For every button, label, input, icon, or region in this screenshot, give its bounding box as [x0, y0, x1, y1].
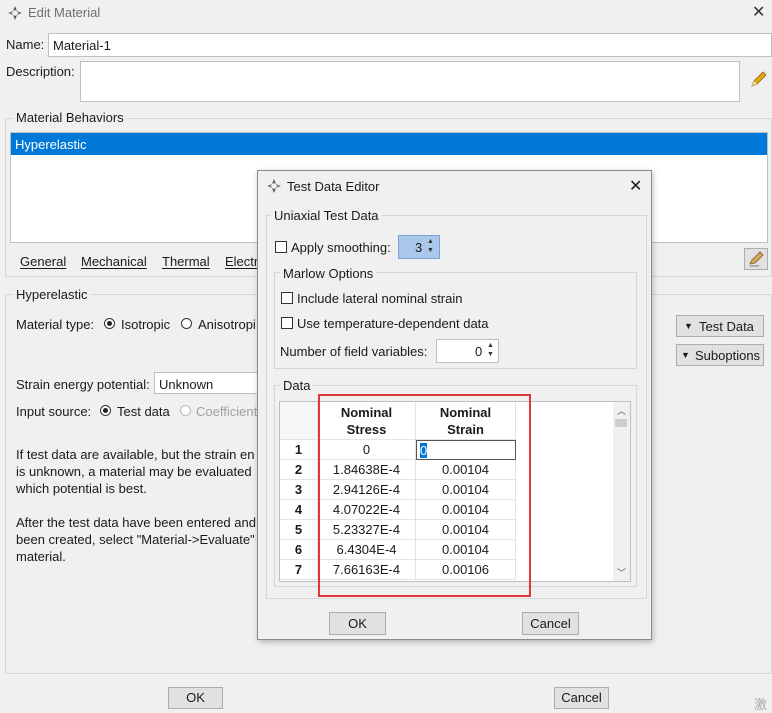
num-field-spinner[interactable]: 0 ▲ ▼ [436, 339, 499, 363]
table-row-number: 7 [280, 560, 318, 580]
menu-electrical[interactable]: Electr [225, 254, 258, 269]
abaqus-logo-icon [267, 179, 281, 193]
scroll-down-icon[interactable]: ﹀ [617, 566, 626, 579]
info-line: been created, select "Material->Evaluate… [16, 532, 255, 547]
include-lateral-label[interactable]: Include lateral nominal strain [297, 291, 462, 306]
description-field[interactable] [80, 61, 740, 102]
watermark: 激 [754, 697, 768, 712]
close-icon[interactable]: ✕ [752, 2, 765, 22]
coefficients-label[interactable]: Coefficient [196, 404, 257, 419]
uniaxial-title: Uniaxial Test Data [271, 208, 382, 223]
strain-energy-label: Strain energy potential: [16, 377, 150, 392]
spinner-arrows-icon[interactable]: ▲ ▼ [487, 341, 494, 359]
marlow-title: Marlow Options [280, 266, 377, 281]
isotropic-radio[interactable] [104, 318, 115, 329]
strain-energy-value: Unknown [159, 377, 214, 392]
table-row-number: 6 [280, 540, 318, 560]
material-behaviors-title: Material Behaviors [13, 110, 127, 125]
behavior-item-hyperelastic[interactable]: Hyperelastic [11, 133, 767, 155]
test-data-button-label: Test Data [699, 319, 754, 334]
smoothing-spinner[interactable]: 3 ▲ ▼ [398, 235, 440, 259]
table-scrollbar[interactable]: ︿ ﹀ [613, 402, 630, 581]
table-row-number: 1 [280, 440, 318, 460]
suboptions-button[interactable]: ▼ Suboptions [676, 344, 764, 366]
scroll-thumb[interactable] [615, 419, 627, 427]
info-line: which potential is best. [16, 481, 147, 496]
material-type-label: Material type: [16, 317, 95, 332]
test-data-label[interactable]: Test data [117, 404, 170, 419]
name-value: Material-1 [53, 38, 111, 53]
name-field[interactable]: Material-1 [48, 33, 772, 57]
info-line: If test data are available, but the stra… [16, 447, 255, 462]
test-data-radio[interactable] [100, 405, 111, 416]
cancel-button[interactable]: Cancel [554, 687, 609, 709]
menu-general[interactable]: General [20, 254, 66, 269]
abaqus-logo-icon [8, 6, 22, 20]
anisotropic-label[interactable]: Anisotropi [198, 317, 256, 332]
info-line: is unknown, a material may be evaluated [16, 464, 252, 479]
data-title: Data [280, 378, 314, 393]
test-data-editor-dialog: Test Data Editor ✕ Uniaxial Test Data Ap… [257, 170, 652, 640]
pencil-icon[interactable] [748, 70, 768, 90]
dialog-cancel-button[interactable]: Cancel [522, 612, 579, 635]
info-paragraph-1: If test data are available, but the stra… [16, 446, 254, 497]
num-field-value: 0 [475, 344, 483, 359]
behavior-item-label: Hyperelastic [15, 137, 87, 152]
num-field-label: Number of field variables: [280, 344, 428, 359]
table-row-number: 2 [280, 460, 318, 480]
dialog-ok-button[interactable]: OK [329, 612, 386, 635]
window-title-bar [0, 0, 772, 26]
triangle-down-icon: ▼ [684, 321, 693, 331]
highlight-rectangle [318, 394, 531, 597]
triangle-down-icon: ▼ [681, 350, 690, 360]
info-line: material. [16, 549, 66, 564]
menu-mechanical[interactable]: Mechanical [81, 254, 147, 269]
window-title: Edit Material [28, 5, 101, 20]
test-data-button[interactable]: ▼ Test Data [676, 315, 764, 337]
dialog-close-icon[interactable]: ✕ [629, 176, 642, 196]
scroll-up-icon[interactable]: ︿ [617, 404, 626, 417]
table-row-number: 4 [280, 500, 318, 520]
table-corner [280, 402, 318, 440]
smoothing-value: 3 [415, 240, 423, 255]
hyperelastic-title: Hyperelastic [13, 287, 91, 302]
dialog-title: Test Data Editor [287, 179, 380, 194]
table-row-number: 5 [280, 520, 318, 540]
menu-thermal[interactable]: Thermal [162, 254, 210, 269]
apply-smoothing-checkbox[interactable] [275, 241, 287, 253]
name-label: Name: [6, 37, 45, 52]
coefficients-radio[interactable] [180, 405, 191, 416]
anisotropic-radio[interactable] [181, 318, 192, 329]
eraser-icon [749, 251, 764, 267]
info-line: After the test data have been entered an… [16, 515, 256, 530]
description-label: Description: [6, 64, 75, 79]
delete-behavior-button[interactable] [744, 248, 768, 270]
ok-button[interactable]: OK [168, 687, 223, 709]
spinner-arrows-icon[interactable]: ▲ ▼ [427, 237, 434, 255]
input-source-label: Input source: [16, 404, 92, 419]
include-lateral-checkbox[interactable] [281, 292, 293, 304]
use-temp-checkbox[interactable] [281, 317, 293, 329]
apply-smoothing-label[interactable]: Apply smoothing: [291, 240, 391, 255]
isotropic-label[interactable]: Isotropic [121, 317, 170, 332]
info-paragraph-2: After the test data have been entered an… [16, 514, 256, 565]
strain-energy-select[interactable]: Unknown [154, 372, 264, 394]
use-temp-label[interactable]: Use temperature-dependent data [297, 316, 489, 331]
suboptions-button-label: Suboptions [695, 348, 761, 363]
table-row-number: 3 [280, 480, 318, 500]
